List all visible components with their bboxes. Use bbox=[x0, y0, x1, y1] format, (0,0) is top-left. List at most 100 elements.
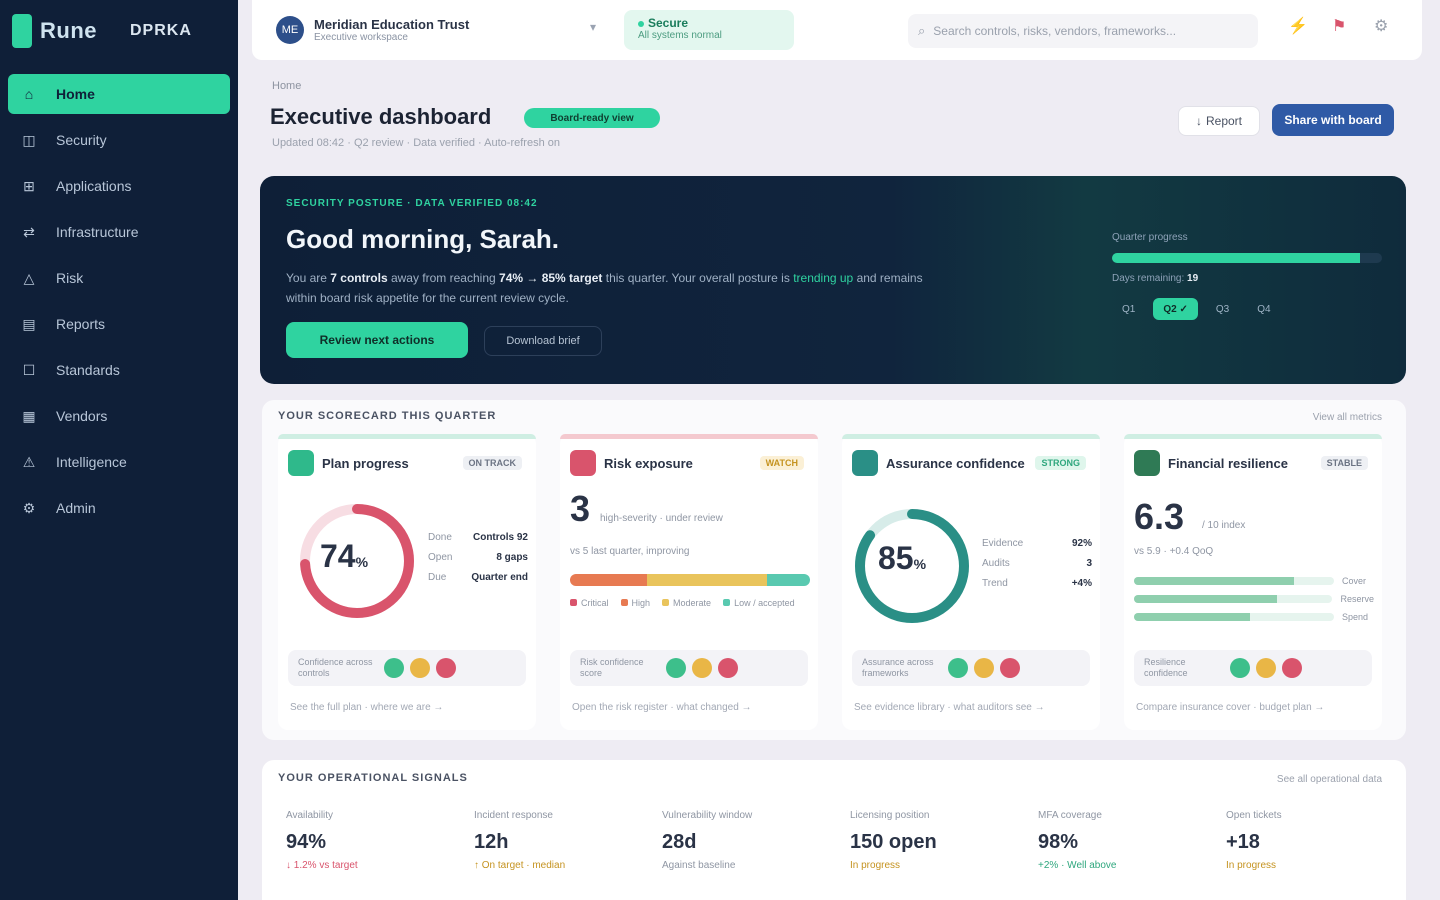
status-subtitle: All systems normal bbox=[638, 30, 722, 41]
card-confidence: Resilience confidence bbox=[1134, 650, 1372, 686]
resilience-bars: Cover Reserve Spend bbox=[1134, 576, 1374, 630]
review-actions-button[interactable]: Review next actions bbox=[286, 322, 468, 358]
sidebar-item-applications[interactable]: ⊞ Applications bbox=[8, 166, 230, 206]
org-switcher[interactable]: ME Meridian Education Trust Executive wo… bbox=[276, 12, 604, 48]
card-tag: STRONG bbox=[1035, 456, 1086, 470]
ops-metric[interactable]: Incident response 12h ↑ On target · median bbox=[474, 810, 644, 871]
resilience-trend: vs 5.9 · +0.4 QoQ bbox=[1134, 546, 1214, 557]
sidebar-item-label: Standards bbox=[56, 362, 120, 378]
card-name: Assurance confidence bbox=[886, 455, 1025, 471]
scorecard-risk-exposure[interactable]: Risk exposure WATCH 3 high-severity · un… bbox=[560, 434, 818, 730]
scorecard-assurance[interactable]: Assurance confidence STRONG 85% Evidence… bbox=[842, 434, 1100, 730]
breadcrumb[interactable]: Home bbox=[272, 80, 301, 92]
metric-sub: In progress bbox=[850, 860, 901, 871]
vendors-icon: ▦ bbox=[22, 407, 36, 424]
resilience-bar bbox=[1134, 595, 1277, 603]
plan-icon bbox=[288, 450, 314, 476]
sidebar-item-reports[interactable]: ▤ Reports bbox=[8, 304, 230, 344]
settings-icon[interactable]: ⚙ bbox=[1374, 16, 1388, 36]
resilience-bar bbox=[1134, 577, 1294, 585]
standards-icon: ☐ bbox=[22, 361, 36, 378]
home-icon: ⌂ bbox=[24, 86, 34, 102]
scorecard-financial[interactable]: Financial resilience STABLE 6.3 / 10 ind… bbox=[1124, 434, 1382, 730]
logo[interactable]: Rune bbox=[12, 14, 97, 48]
quarter-progress-label: Quarter progress bbox=[1112, 232, 1188, 243]
hero-eyebrow: SECURITY POSTURE · DATA VERIFIED 08:42 bbox=[286, 198, 538, 209]
ops-metric[interactable]: Availability 94% ↓ 1.2% vs target bbox=[286, 810, 456, 871]
metric-sub: ↓ 1.2% vs target bbox=[286, 860, 358, 871]
card-confidence: Risk confidence score bbox=[570, 650, 808, 686]
metric-value: 150 open bbox=[850, 831, 937, 853]
share-board-button[interactable]: Share with board bbox=[1272, 104, 1394, 136]
ops-title: YOUR OPERATIONAL SIGNALS bbox=[278, 772, 468, 784]
alert-icon[interactable]: ⚡ bbox=[1288, 16, 1308, 36]
card-link[interactable]: Open the risk register · what changed → bbox=[572, 702, 752, 713]
sidebar-item-infrastructure[interactable]: ⇄ Infrastructure bbox=[8, 212, 230, 252]
status-pill[interactable]: Secure All systems normal bbox=[624, 10, 794, 50]
metric-sub: Against baseline bbox=[662, 860, 736, 871]
quarter-chip[interactable]: Q3 bbox=[1206, 298, 1239, 320]
page-subtitle: Updated 08:42 · Q2 review · Data verifie… bbox=[272, 137, 560, 149]
quarter-chip[interactable]: Q2 ✓ bbox=[1153, 298, 1198, 320]
org-tag: DPRKA bbox=[130, 22, 192, 39]
org-name: Meridian Education Trust bbox=[314, 17, 470, 32]
kv-row: Evidence 92% bbox=[982, 538, 1092, 549]
org-subtitle: Executive workspace bbox=[314, 32, 408, 43]
metric-value: 94% bbox=[286, 831, 327, 853]
quarter-chip[interactable]: Q1 bbox=[1112, 298, 1145, 320]
scorecard-section: YOUR SCORECARD THIS QUARTER View all met… bbox=[262, 400, 1406, 740]
assurance-icon bbox=[852, 450, 878, 476]
risk-legend-item: Critical bbox=[570, 598, 609, 608]
server-icon: ⇄ bbox=[23, 223, 35, 240]
metric-label: MFA coverage bbox=[1038, 810, 1102, 821]
ops-link[interactable]: See all operational data bbox=[1277, 774, 1382, 785]
report-button[interactable]: ↓ Report bbox=[1178, 106, 1260, 136]
metric-sub: ↑ On target · median bbox=[474, 860, 566, 871]
download-brief-button[interactable]: Download brief bbox=[484, 326, 602, 356]
sidebar-item-risk[interactable]: △ Risk bbox=[8, 258, 230, 298]
risk-legend-item: High bbox=[620, 598, 650, 608]
scorecard-plan-progress[interactable]: Plan progress ON TRACK 74% Done Controls … bbox=[278, 434, 536, 730]
card-name: Financial resilience bbox=[1168, 455, 1288, 471]
ops-metric[interactable]: Vulnerability window 28d Against baseline bbox=[662, 810, 832, 871]
risk-bar-segment bbox=[766, 574, 810, 586]
sidebar-item-vendors[interactable]: ▦ Vendors bbox=[8, 396, 230, 436]
resilience-index: 6.3 bbox=[1134, 496, 1185, 537]
quarter-chip[interactable]: Q4 bbox=[1247, 298, 1280, 320]
ops-metric[interactable]: Licensing position 150 open In progress bbox=[850, 810, 1020, 871]
sidebar-item-standards[interactable]: ☐ Standards bbox=[8, 350, 230, 390]
alert-icon: △ bbox=[23, 269, 35, 286]
sidebar-item-security[interactable]: ◫ Security bbox=[8, 120, 230, 160]
card-link[interactable]: See the full plan · where we are → bbox=[290, 702, 443, 713]
metric-label: Vulnerability window bbox=[662, 810, 753, 821]
risk-legend-item: Low / accepted bbox=[723, 598, 795, 608]
flag-icon[interactable]: ⚑ bbox=[1332, 16, 1346, 36]
sidebar-item-label: Intelligence bbox=[56, 454, 127, 470]
quarter-progress-bar bbox=[1112, 253, 1382, 263]
risk-count: 3 bbox=[570, 488, 591, 529]
sidebar-item-label: Security bbox=[56, 132, 107, 148]
card-tag: ON TRACK bbox=[462, 456, 522, 470]
card-tag: STABLE bbox=[1320, 456, 1368, 470]
kv-row: Trend +4% bbox=[982, 578, 1092, 589]
finance-icon bbox=[1134, 450, 1160, 476]
ops-metric[interactable]: MFA coverage 98% +2% · Well above bbox=[1038, 810, 1208, 871]
plan-progress-value: 74% bbox=[320, 538, 369, 574]
logo-text: Rune bbox=[40, 18, 97, 43]
ops-metric[interactable]: Open tickets +18 In progress bbox=[1226, 810, 1396, 871]
sidebar-item-admin[interactable]: ⚙ Admin bbox=[8, 488, 230, 528]
card-name: Risk exposure bbox=[604, 455, 693, 471]
assurance-value: 85% bbox=[878, 540, 927, 576]
view-all-metrics-link[interactable]: View all metrics bbox=[1313, 412, 1382, 423]
search-input[interactable] bbox=[933, 24, 1234, 38]
card-link[interactable]: Compare insurance cover · budget plan → bbox=[1136, 702, 1324, 713]
quarter-chips: Q1 Q2 ✓ Q3 Q4 bbox=[1112, 298, 1384, 320]
resilience-unit: / 10 index bbox=[1202, 520, 1246, 531]
sidebar-item-intelligence[interactable]: ⚠ Intelligence bbox=[8, 442, 230, 482]
sidebar-item-home[interactable]: ⌂ Home bbox=[8, 74, 230, 114]
hero-summary: You are 7 controls away from reaching 74… bbox=[286, 271, 923, 305]
kv-row: Done Controls 92 bbox=[428, 532, 528, 543]
card-link[interactable]: See evidence library · what auditors see… bbox=[854, 702, 1045, 713]
sidebar-item-label: Home bbox=[56, 86, 95, 102]
risk-distribution-bar bbox=[570, 574, 810, 586]
